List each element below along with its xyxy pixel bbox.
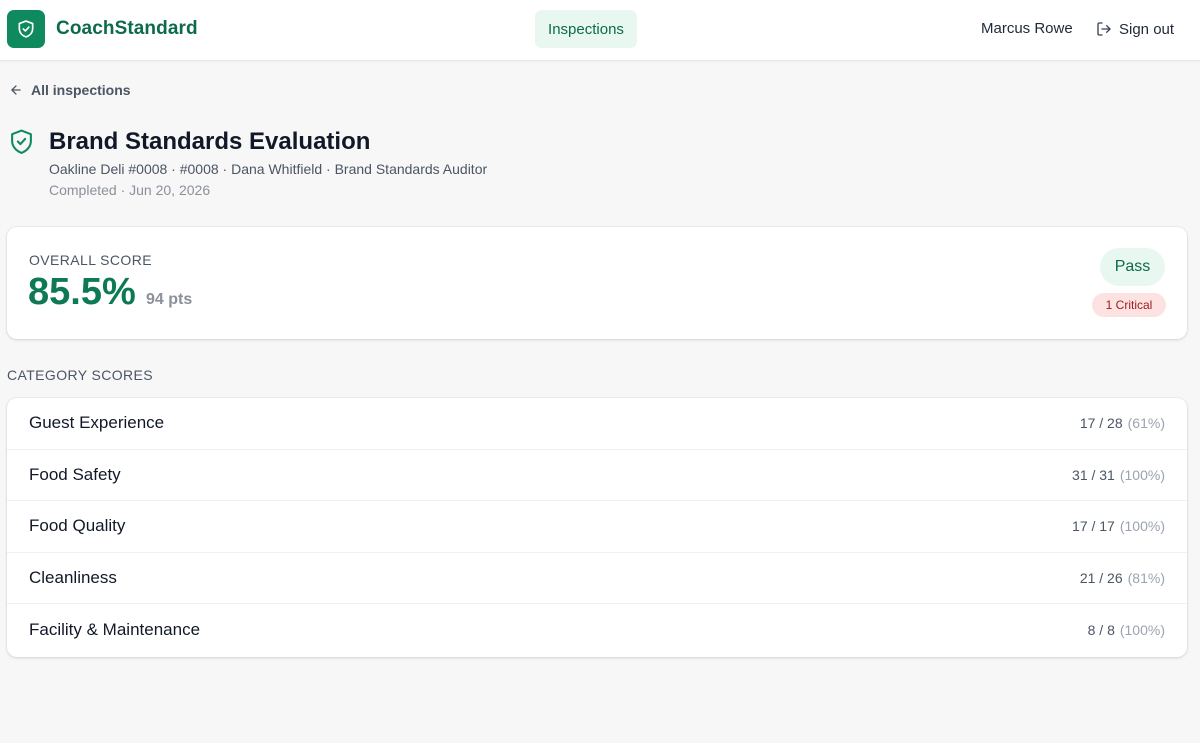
page-title: Brand Standards Evaluation bbox=[49, 128, 371, 155]
overall-score-value: 85.5% bbox=[28, 271, 136, 313]
category-name: Cleanliness bbox=[29, 568, 117, 588]
sign-out-label: Sign out bbox=[1119, 20, 1175, 38]
inspection-status: Completed · Jun 20, 2026 bbox=[49, 182, 211, 198]
shield-logo-icon[interactable] bbox=[7, 10, 45, 48]
brand-name[interactable]: CoachStandard bbox=[56, 18, 198, 40]
inspection-subtitle: Oakline Deli #0008 · #0008 · Dana Whitfi… bbox=[49, 161, 488, 177]
top-header: CoachStandard Inspections Marcus Rowe Si… bbox=[0, 0, 1200, 61]
category-score-value: 17 / 28 bbox=[1079, 415, 1123, 432]
overall-points: 94 pts bbox=[146, 291, 193, 308]
category-percent: (100%) bbox=[1119, 518, 1165, 535]
category-score-value: 31 / 31 bbox=[1072, 466, 1115, 483]
sign-out-icon bbox=[1096, 21, 1112, 37]
back-to-inspections-link[interactable]: All inspections bbox=[9, 80, 131, 100]
category-score: 8 / 8 (100%) bbox=[1088, 622, 1165, 638]
overall-score-label: OVERALL SCORE bbox=[29, 252, 152, 268]
category-scores-label: CATEGORY SCORES bbox=[7, 367, 154, 383]
category-row: Cleanliness 21 / 26 (81%) bbox=[7, 553, 1187, 605]
category-score: 31 / 31 (100%) bbox=[1072, 467, 1165, 483]
category-percent: (61%) bbox=[1127, 415, 1165, 432]
overall-score-card: OVERALL SCORE 85.5% 94 pts Pass 1 Critic… bbox=[7, 227, 1187, 339]
category-percent: (100%) bbox=[1119, 466, 1165, 483]
category-score: 21 / 26 (81%) bbox=[1080, 570, 1165, 586]
back-link-label: All inspections bbox=[31, 82, 131, 98]
category-score: 17 / 28 (61%) bbox=[1080, 415, 1165, 431]
nav-tab-inspections[interactable]: Inspections bbox=[535, 10, 637, 48]
category-row: Facility & Maintenance 8 / 8 (100%) bbox=[7, 604, 1187, 656]
category-name: Food Safety bbox=[29, 464, 121, 484]
pass-badge: Pass bbox=[1100, 248, 1165, 286]
category-name: Facility & Maintenance bbox=[29, 620, 201, 640]
category-score: 17 / 17 (100%) bbox=[1072, 518, 1165, 534]
shield-check-icon bbox=[9, 128, 34, 161]
category-score-value: 21 / 26 bbox=[1079, 570, 1123, 587]
category-name: Guest Experience bbox=[29, 413, 165, 433]
user-name: Marcus Rowe bbox=[981, 20, 1073, 37]
critical-badge: 1 Critical bbox=[1092, 293, 1166, 317]
category-name: Food Quality bbox=[29, 516, 126, 536]
category-score-value: 8 / 8 bbox=[1087, 622, 1115, 639]
category-percent: (81%) bbox=[1127, 570, 1165, 587]
category-percent: (100%) bbox=[1119, 622, 1165, 639]
category-scores-card: Guest Experience 17 / 28 (61%) Food Safet… bbox=[7, 398, 1187, 657]
category-row: Guest Experience 17 / 28 (61%) bbox=[7, 398, 1187, 450]
sign-out-button[interactable]: Sign out bbox=[1096, 19, 1174, 39]
arrow-left-icon bbox=[9, 83, 23, 97]
category-row: Food Quality 17 / 17 (100%) bbox=[7, 501, 1187, 553]
category-row: Food Safety 31 / 31 (100%) bbox=[7, 450, 1187, 502]
category-score-value: 17 / 17 bbox=[1072, 518, 1115, 535]
